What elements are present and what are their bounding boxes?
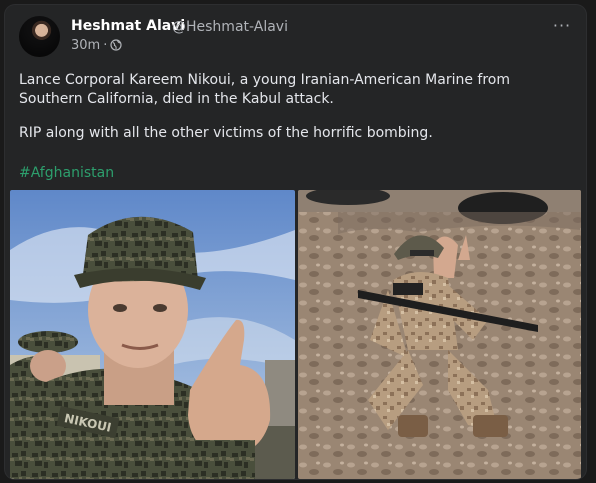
post-meta: 30m · (71, 38, 122, 53)
post-header: Heshmat Alavi @Heshmat-Alavi 30m · ··· (19, 16, 574, 60)
selfie-image: NIKOUI (10, 190, 295, 479)
author-name[interactable]: Heshmat Alavi (71, 18, 185, 34)
post-card: Heshmat Alavi @Heshmat-Alavi 30m · ··· La… (5, 5, 586, 479)
field-image (298, 190, 581, 479)
author-avatar[interactable] (19, 16, 60, 57)
post-paragraph-1: Lance Corporal Kareem Nikoui, a young Ir… (19, 72, 510, 107)
photo-selfie[interactable]: NIKOUI (10, 190, 295, 479)
meta-separator: · (103, 38, 108, 53)
globe-icon (110, 39, 122, 51)
hashtag-link[interactable]: #Afghanistan (19, 165, 114, 181)
author-handle[interactable]: @Heshmat-Alavi (172, 19, 288, 35)
more-options-icon[interactable]: ··· (550, 16, 574, 40)
post-timestamp[interactable]: 30m (71, 38, 100, 53)
post-paragraph-2: RIP along with all the other victims of … (19, 125, 433, 141)
post-body: Lance Corporal Kareem Nikoui, a young Ir… (19, 71, 574, 143)
photo-field[interactable] (298, 190, 581, 479)
post-photos: NIKOUI (10, 190, 581, 479)
